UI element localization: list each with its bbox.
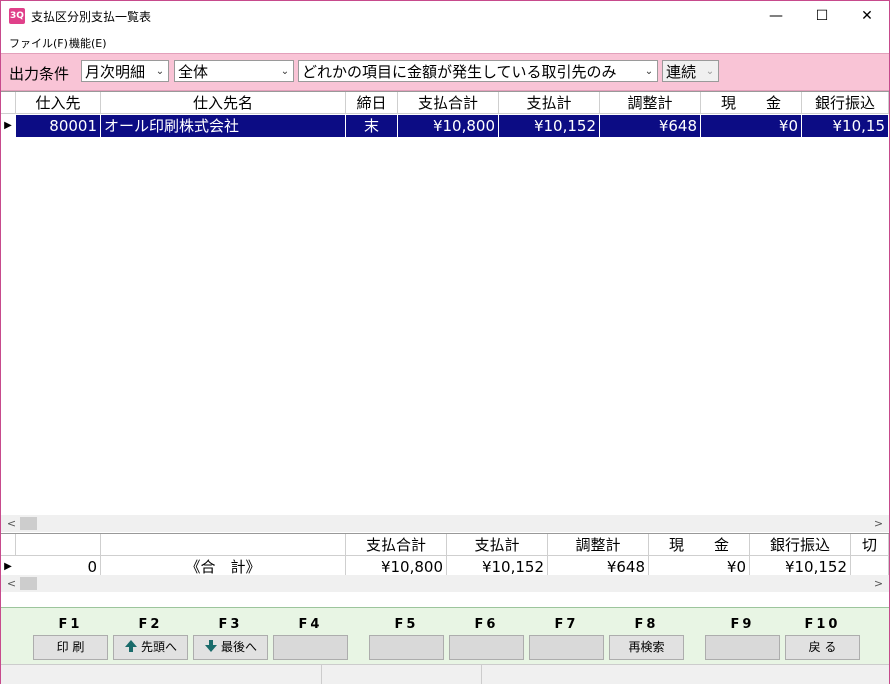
totals-header-blank	[101, 534, 346, 556]
col-header-name[interactable]: 仕入先名	[101, 92, 346, 114]
status-cell	[321, 665, 482, 684]
col-header-pay-sum[interactable]: 支払計	[499, 92, 600, 114]
totals-header-blank	[16, 534, 101, 556]
period-select-value: 月次明細	[85, 63, 146, 81]
scroll-right-icon[interactable]: >	[870, 575, 887, 592]
maximize-button[interactable]: ☐	[799, 1, 845, 32]
cell-adjust[interactable]: ¥648	[600, 115, 701, 137]
cell-closing[interactable]: 末	[346, 115, 398, 137]
go-first-button[interactable]: 先頭へ	[113, 635, 188, 660]
status-bar	[1, 664, 889, 684]
f4-key-label: F4	[298, 617, 323, 632]
back-button[interactable]: 戻 る	[785, 635, 860, 660]
print-button[interactable]: 印 刷	[33, 635, 108, 660]
output-conditions-label: 出力条件	[9, 65, 70, 83]
row-header-corner	[1, 534, 16, 556]
col-header-cash[interactable]: 現 金	[701, 92, 802, 114]
minimize-icon: —	[769, 8, 783, 24]
totals-col-cut: 切	[851, 534, 889, 556]
arrow-down-icon	[204, 640, 217, 652]
cell-code[interactable]: 80001	[16, 115, 101, 137]
scope-select[interactable]: 全体 ⌄	[174, 60, 294, 82]
app-icon: 3Q	[9, 8, 25, 24]
totals-header: 支払合計 支払計 調整計 現 金 銀行振込 切	[1, 534, 889, 556]
close-button[interactable]: ✕	[844, 1, 890, 32]
totals-col-cash: 現 金	[649, 534, 750, 556]
scroll-left-icon[interactable]: <	[3, 575, 20, 592]
menu-file[interactable]: ファイル(F)	[9, 35, 68, 51]
scroll-right-icon[interactable]: >	[870, 515, 887, 532]
cell-pay-sum[interactable]: ¥10,152	[499, 115, 600, 137]
menu-bar: ファイル(F) 機能(E)	[1, 32, 889, 52]
mode-select-value: 連続	[666, 63, 697, 81]
f8-key-label: F8	[634, 617, 659, 632]
print-button-label: 印 刷	[56, 640, 85, 654]
back-button-label: 戻 る	[808, 640, 837, 654]
f6-key-label: F6	[474, 617, 499, 632]
f9-key-label: F9	[730, 617, 755, 632]
research-button[interactable]: 再検索	[609, 635, 684, 660]
f5-key-label: F5	[394, 617, 419, 632]
totals-col-adjust: 調整計	[548, 534, 649, 556]
cell-cash[interactable]: ¥0	[701, 115, 802, 137]
chevron-down-icon: ⌄	[704, 61, 716, 81]
f7-key-label: F7	[554, 617, 579, 632]
grid-header: 仕入先 仕入先名 締日 支払合計 支払計 調整計 現 金 銀行振込	[1, 92, 889, 114]
menu-function[interactable]: 機能(E)	[69, 35, 107, 51]
scroll-left-icon[interactable]: <	[3, 515, 20, 532]
table-row[interactable]: ▶ 80001 オール印刷株式会社 末 ¥10,800 ¥10,152 ¥648…	[1, 115, 889, 137]
col-header-bank[interactable]: 銀行振込	[802, 92, 889, 114]
cell-bank[interactable]: ¥10,15	[802, 115, 889, 137]
maximize-icon: ☐	[815, 8, 829, 24]
title-bar: 3Q 支払区分別支払一覧表 — ☐ ✕	[1, 1, 889, 32]
minimize-button[interactable]: —	[753, 1, 799, 32]
window-title: 支払区分別支払一覧表	[31, 10, 152, 24]
chevron-down-icon: ⌄	[154, 61, 166, 81]
col-header-pay-total[interactable]: 支払合計	[398, 92, 499, 114]
main-window: 3Q 支払区分別支払一覧表 — ☐ ✕ ファイル(F) 機能(E) 出力条件 月…	[0, 0, 890, 684]
go-last-label: 最後へ	[220, 640, 257, 654]
totals-horizontal-scrollbar[interactable]: < >	[1, 575, 889, 592]
filter-select-value: どれかの項目に金額が発生している取引先のみ	[302, 63, 617, 81]
f1-key-label: F1	[58, 617, 83, 632]
mode-select[interactable]: 連続 ⌄	[662, 60, 719, 82]
totals-col-pay-total: 支払合計	[346, 534, 447, 556]
scrollbar-thumb[interactable]	[20, 517, 37, 530]
filter-select[interactable]: どれかの項目に金額が発生している取引先のみ ⌄	[298, 60, 658, 82]
period-select[interactable]: 月次明細 ⌄	[81, 60, 169, 82]
supplier-grid: 仕入先 仕入先名 締日 支払合計 支払計 調整計 現 金 銀行振込 ▶ 8000…	[1, 91, 889, 532]
cell-pay-total[interactable]: ¥10,800	[398, 115, 499, 137]
arrow-up-icon	[124, 640, 137, 652]
f7-button[interactable]	[529, 635, 604, 660]
scope-select-value: 全体	[178, 63, 209, 81]
go-first-label: 先頭へ	[140, 640, 177, 654]
col-header-closing[interactable]: 締日	[346, 92, 398, 114]
row-pointer-icon: ▶	[4, 120, 12, 131]
scrollbar-thumb[interactable]	[20, 577, 37, 590]
f10-key-label: F10	[804, 617, 841, 632]
output-conditions-bar: 出力条件 月次明細 ⌄ 全体 ⌄ どれかの項目に金額が発生している取引先のみ ⌄…	[1, 53, 889, 91]
f5-button[interactable]	[369, 635, 444, 660]
f2-key-label: F2	[138, 617, 163, 632]
grid-horizontal-scrollbar[interactable]: < >	[1, 515, 889, 532]
close-icon: ✕	[861, 8, 873, 24]
f9-button[interactable]	[705, 635, 780, 660]
f3-key-label: F3	[218, 617, 243, 632]
f6-button[interactable]	[449, 635, 524, 660]
col-header-adjust[interactable]: 調整計	[600, 92, 701, 114]
chevron-down-icon: ⌄	[643, 61, 655, 81]
row-header-corner	[1, 92, 16, 114]
chevron-down-icon: ⌄	[279, 61, 291, 81]
totals-col-pay-sum: 支払計	[447, 534, 548, 556]
research-button-label: 再検索	[628, 640, 665, 654]
function-key-bar: F1 印 刷 F2 先頭へ F3 最後へ F4 F5 F6 F7 F8 再検索 …	[1, 607, 889, 664]
col-header-code[interactable]: 仕入先	[16, 92, 101, 114]
totals-grid: 支払合計 支払計 調整計 現 金 銀行振込 切 ▶ 0 《合 計》 ¥10,80…	[1, 533, 889, 594]
go-last-button[interactable]: 最後へ	[193, 635, 268, 660]
f4-button[interactable]	[273, 635, 348, 660]
cell-name[interactable]: オール印刷株式会社	[101, 115, 346, 137]
totals-col-bank: 銀行振込	[750, 534, 851, 556]
status-cell	[1, 665, 322, 684]
